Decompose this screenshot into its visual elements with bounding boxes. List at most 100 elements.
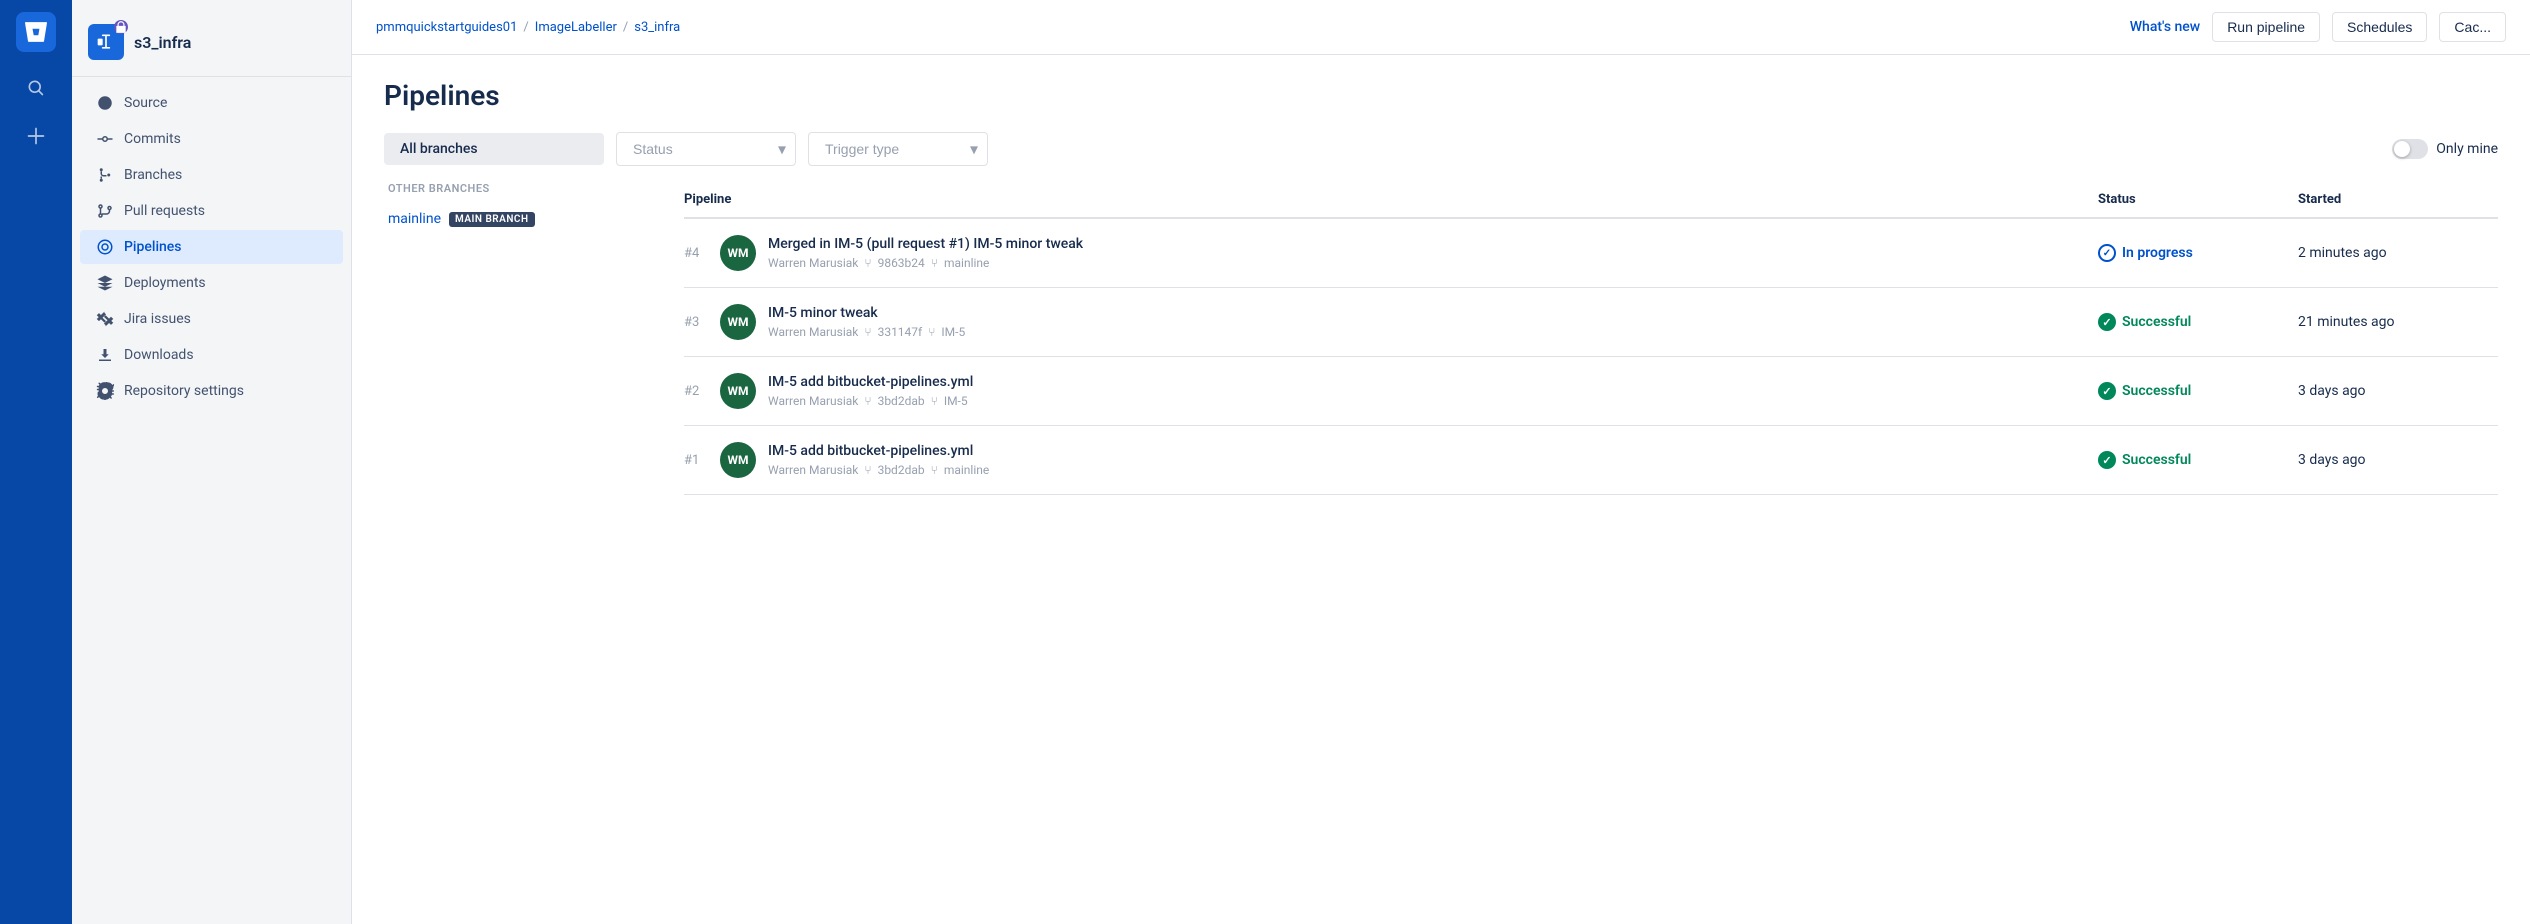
- trigger-type-filter-wrapper: Trigger type: [808, 132, 988, 166]
- pipeline-meta-3: Warren Marusiak ⑂ 331147f ⑂ IM-5: [768, 325, 965, 339]
- started-cell-1: 3 days ago: [2298, 452, 2498, 468]
- sidebar-item-jira-issues[interactable]: Jira issues: [80, 302, 343, 336]
- pipeline-number-3: #3: [684, 315, 708, 330]
- repo-header: s3_infra: [72, 16, 351, 77]
- status-label-4: In progress: [2122, 245, 2193, 261]
- avatar-1: WM: [720, 442, 756, 478]
- sidebar-item-pull-requests-label: Pull requests: [124, 203, 205, 219]
- status-filter[interactable]: Status: [616, 132, 796, 166]
- pipeline-table-header: Pipeline Status Started: [684, 182, 2498, 219]
- app-logo[interactable]: [16, 12, 56, 52]
- sidebar-item-source[interactable]: Source: [80, 86, 343, 120]
- pipeline-author-2: Warren Marusiak: [768, 394, 858, 408]
- branch-item-mainline[interactable]: mainline MAIN BRANCH: [384, 203, 660, 235]
- sidebar-item-commits-label: Commits: [124, 131, 181, 147]
- pipeline-info-1: IM-5 add bitbucket-pipelines.yml Warren …: [768, 443, 989, 477]
- toggle-thumb: [2394, 141, 2410, 157]
- breadcrumb-sep-1: /: [523, 20, 528, 35]
- pipeline-number-1: #1: [684, 453, 708, 468]
- main-branch-badge: MAIN BRANCH: [449, 212, 535, 227]
- pipeline-row-3[interactable]: #3 WM IM-5 minor tweak Warren Marusiak ⑂…: [684, 288, 2498, 357]
- branch-icon-1: ⑂: [931, 463, 938, 477]
- branch-filter[interactable]: All branches: [384, 133, 604, 165]
- status-label-1: Successful: [2122, 452, 2191, 468]
- trigger-type-filter[interactable]: Trigger type: [808, 132, 988, 166]
- pipeline-number-4: #4: [684, 246, 708, 261]
- commit-icon-1: ⑂: [864, 463, 871, 477]
- pipeline-meta-2: Warren Marusiak ⑂ 3bd2dab ⑂ IM-5: [768, 394, 973, 408]
- only-mine-toggle[interactable]: Only mine: [2392, 139, 2498, 159]
- pipeline-title-3: IM-5 minor tweak: [768, 305, 965, 321]
- breadcrumb-current-repo[interactable]: s3_infra: [634, 20, 680, 35]
- sidebar-item-commits[interactable]: Commits: [80, 122, 343, 156]
- pipeline-col-header: Pipeline: [684, 192, 2098, 207]
- sidebar-item-pipelines[interactable]: Pipelines: [80, 230, 343, 264]
- main-content: pmmquickstartguides01 / ImageLabeller / …: [352, 0, 2530, 924]
- only-mine-label: Only mine: [2436, 141, 2498, 157]
- sidebar: s3_infra Source Commits Branches Pull re…: [72, 0, 352, 924]
- sidebar-item-downloads-label: Downloads: [124, 347, 194, 363]
- page-title: Pipelines: [384, 79, 2498, 112]
- top-header: pmmquickstartguides01 / ImageLabeller / …: [352, 0, 2530, 55]
- pipeline-main-2: #2 WM IM-5 add bitbucket-pipelines.yml W…: [684, 373, 2098, 409]
- status-icon-1: ✓: [2098, 451, 2116, 469]
- status-label-2: Successful: [2122, 383, 2191, 399]
- status-label-3: Successful: [2122, 314, 2191, 330]
- sidebar-item-pull-requests[interactable]: Pull requests: [80, 194, 343, 228]
- sidebar-item-deployments[interactable]: Deployments: [80, 266, 343, 300]
- breadcrumb: pmmquickstartguides01 / ImageLabeller / …: [376, 20, 680, 35]
- sidebar-item-repository-settings[interactable]: Repository settings: [80, 374, 343, 408]
- pipeline-branch-1: mainline: [944, 463, 989, 477]
- pipeline-info-2: IM-5 add bitbucket-pipelines.yml Warren …: [768, 374, 973, 408]
- pipeline-title-1: IM-5 add bitbucket-pipelines.yml: [768, 443, 989, 459]
- breadcrumb-org[interactable]: pmmquickstartguides01: [376, 20, 517, 35]
- branch-icon-3: ⑂: [928, 325, 935, 339]
- sidebar-item-source-label: Source: [124, 95, 167, 111]
- branch-name-mainline: mainline: [388, 211, 441, 227]
- pipeline-main-4: #4 WM Merged in IM-5 (pull request #1) I…: [684, 235, 2098, 271]
- pipeline-row-2[interactable]: #2 WM IM-5 add bitbucket-pipelines.yml W…: [684, 357, 2498, 426]
- pipeline-main-3: #3 WM IM-5 minor tweak Warren Marusiak ⑂…: [684, 304, 2098, 340]
- pipeline-branch-4: mainline: [944, 256, 989, 270]
- pipeline-branch-2: IM-5: [944, 394, 968, 408]
- pipeline-row-1[interactable]: #1 WM IM-5 add bitbucket-pipelines.yml W…: [684, 426, 2498, 495]
- pipeline-meta-4: Warren Marusiak ⑂ 9863b24 ⑂ mainline: [768, 256, 1083, 270]
- started-cell-3: 21 minutes ago: [2298, 314, 2498, 330]
- toggle-track: [2392, 139, 2428, 159]
- run-pipeline-button[interactable]: Run pipeline: [2212, 12, 2320, 42]
- branch-icon-2: ⑂: [931, 394, 938, 408]
- pipeline-info-3: IM-5 minor tweak Warren Marusiak ⑂ 33114…: [768, 305, 965, 339]
- sidebar-item-repository-settings-label: Repository settings: [124, 383, 244, 399]
- pipeline-branch-3: IM-5: [941, 325, 965, 339]
- schedules-button[interactable]: Schedules: [2332, 12, 2427, 42]
- avatar-4: WM: [720, 235, 756, 271]
- status-col-header: Status: [2098, 192, 2298, 207]
- branch-icon-4: ⑂: [931, 256, 938, 270]
- repo-name: s3_infra: [134, 33, 191, 52]
- status-filter-wrapper: Status: [616, 132, 796, 166]
- started-cell-2: 3 days ago: [2298, 383, 2498, 399]
- pipeline-number-2: #2: [684, 384, 708, 399]
- repo-icon: [88, 24, 124, 60]
- pipeline-row-4[interactable]: #4 WM Merged in IM-5 (pull request #1) I…: [684, 219, 2498, 288]
- status-cell-1: ✓ Successful: [2098, 451, 2298, 469]
- content-area: OTHER BRANCHES mainline MAIN BRANCH Pipe…: [384, 182, 2498, 495]
- whats-new-link[interactable]: What's new: [2130, 19, 2200, 35]
- sidebar-item-branches[interactable]: Branches: [80, 158, 343, 192]
- branch-section-title: OTHER BRANCHES: [384, 182, 660, 195]
- sidebar-item-downloads[interactable]: Downloads: [80, 338, 343, 372]
- page-body: Pipelines All branches Status Trigger ty…: [352, 55, 2530, 924]
- create-icon[interactable]: [16, 116, 56, 156]
- status-cell-4: In progress: [2098, 244, 2298, 262]
- pipeline-author-4: Warren Marusiak: [768, 256, 858, 270]
- status-icon-3: ✓: [2098, 313, 2116, 331]
- breadcrumb-repo-parent[interactable]: ImageLabeller: [535, 20, 617, 35]
- pipeline-table: Pipeline Status Started #4 WM Merged in …: [684, 182, 2498, 495]
- global-search-icon[interactable]: [16, 68, 56, 108]
- avatar-3: WM: [720, 304, 756, 340]
- pipeline-commit-2: 3bd2dab: [878, 394, 925, 408]
- caches-button[interactable]: Cac...: [2439, 12, 2506, 42]
- pipeline-title-2: IM-5 add bitbucket-pipelines.yml: [768, 374, 973, 390]
- pipeline-main-1: #1 WM IM-5 add bitbucket-pipelines.yml W…: [684, 442, 2098, 478]
- pipeline-info-4: Merged in IM-5 (pull request #1) IM-5 mi…: [768, 236, 1083, 270]
